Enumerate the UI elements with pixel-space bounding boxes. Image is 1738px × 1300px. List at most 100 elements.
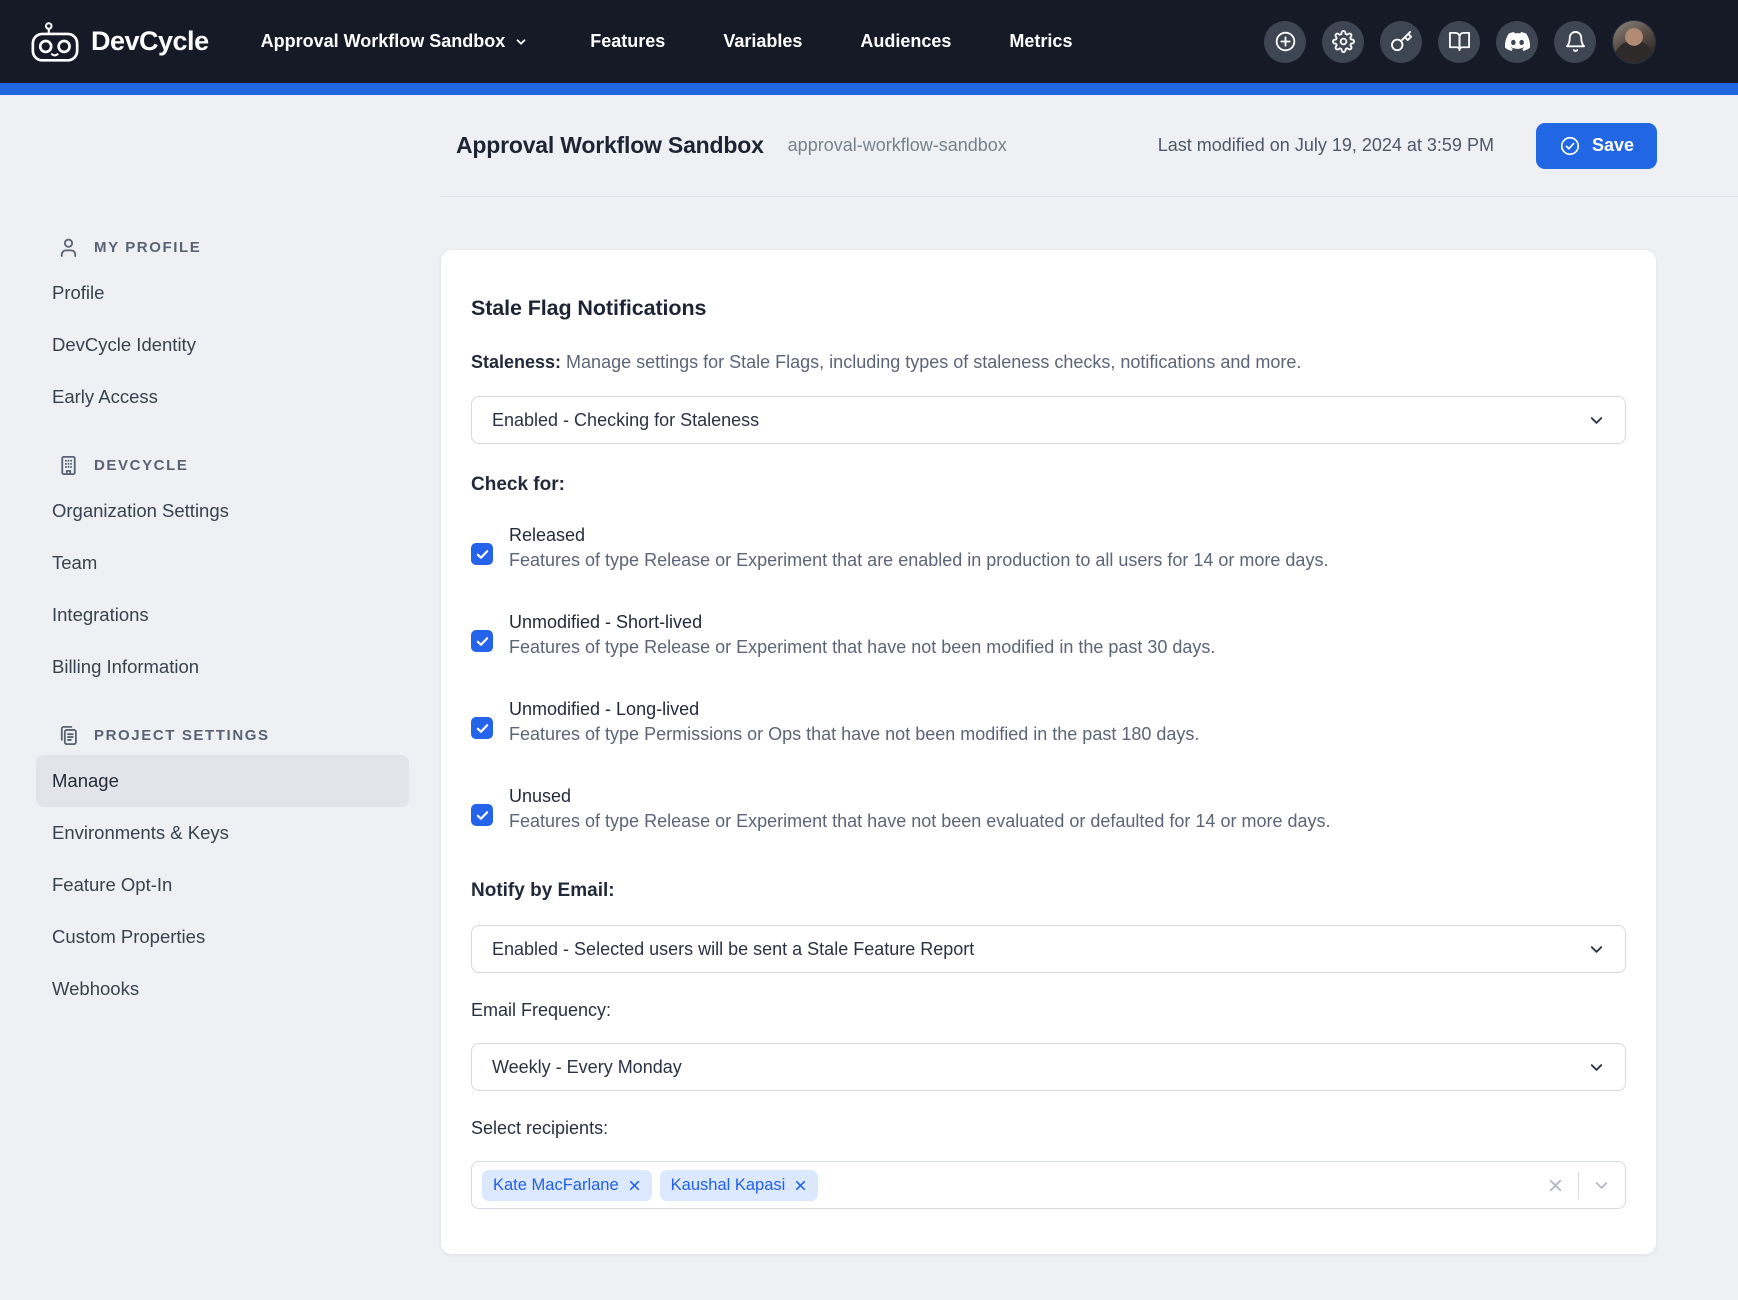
check-label: Released bbox=[509, 523, 1328, 548]
navbar-plus-circle-button[interactable] bbox=[1264, 21, 1306, 63]
page-title: Approval Workflow Sandbox bbox=[456, 132, 764, 159]
check-label: Unmodified - Long-lived bbox=[509, 697, 1199, 722]
check-texts: Unmodified - Short-livedFeatures of type… bbox=[509, 610, 1215, 660]
staleness-description: Staleness: Manage settings for Stale Fla… bbox=[471, 349, 1626, 375]
chevron-down-icon[interactable] bbox=[1592, 1176, 1611, 1195]
chevron-down-icon bbox=[1587, 1058, 1606, 1077]
gear-icon bbox=[1332, 30, 1355, 53]
navbar-discord-button[interactable] bbox=[1496, 21, 1538, 63]
brand[interactable]: DevCycle bbox=[30, 21, 209, 63]
sidebar-item-organization-settings[interactable]: Organization Settings bbox=[36, 485, 409, 537]
sidebar-section-devcycle: DEVCYCLE Organization SettingsTeamIntegra… bbox=[36, 445, 409, 693]
navbar-actions bbox=[1264, 20, 1656, 64]
sidebar-item-early-access[interactable]: Early Access bbox=[36, 371, 409, 423]
recipients-multiselect[interactable]: Kate MacFarlane Kaushal Kapasi bbox=[471, 1161, 1626, 1209]
sidebar-section-header-my-profile: MY PROFILE bbox=[36, 227, 409, 267]
discord-icon bbox=[1505, 29, 1530, 54]
sidebar-item-feature-opt-in[interactable]: Feature Opt-In bbox=[36, 859, 409, 911]
save-button-label: Save bbox=[1592, 135, 1634, 156]
top-navbar: DevCycle Approval Workflow Sandbox Featu… bbox=[0, 0, 1738, 83]
nav-link-audiences[interactable]: Audiences bbox=[860, 31, 951, 52]
sidebar-section-header-project-settings: PROJECT SETTINGS bbox=[36, 715, 409, 755]
staleness-text: Manage settings for Stale Flags, includi… bbox=[561, 352, 1301, 372]
sidebar-item-manage[interactable]: Manage bbox=[36, 755, 409, 807]
sidebar-item-custom-properties[interactable]: Custom Properties bbox=[36, 911, 409, 963]
check-description: Features of type Permissions or Ops that… bbox=[509, 722, 1199, 747]
last-modified-text: Last modified on July 19, 2024 at 3:59 P… bbox=[1158, 135, 1494, 156]
key-icon bbox=[1390, 30, 1413, 53]
sidebar-item-environments-keys[interactable]: Environments & Keys bbox=[36, 807, 409, 859]
notify-select[interactable]: Enabled - Selected users will be sent a … bbox=[471, 925, 1626, 973]
multiselect-controls bbox=[1546, 1172, 1611, 1199]
checkbox-released[interactable] bbox=[471, 543, 493, 565]
card-title: Stale Flag Notifications bbox=[471, 296, 1626, 321]
chevron-down-icon bbox=[514, 35, 528, 49]
check-description: Features of type Release or Experiment t… bbox=[509, 635, 1215, 660]
clear-all-icon[interactable] bbox=[1546, 1176, 1565, 1195]
nav-link-metrics[interactable]: Metrics bbox=[1009, 31, 1072, 52]
notify-select-value: Enabled - Selected users will be sent a … bbox=[492, 939, 974, 960]
recipient-chip-kate-macfarlane: Kate MacFarlane bbox=[482, 1170, 652, 1201]
check-circle-icon bbox=[1559, 135, 1581, 157]
select-recipients-label: Select recipients: bbox=[471, 1116, 1626, 1141]
clipboard-icon bbox=[57, 724, 80, 747]
check-row-unmodified-long-lived: Unmodified - Long-livedFeatures of type … bbox=[471, 697, 1626, 747]
check-texts: ReleasedFeatures of type Release or Expe… bbox=[509, 523, 1328, 573]
chevron-down-icon bbox=[1587, 411, 1606, 430]
sidebar-section-label: DEVCYCLE bbox=[94, 457, 188, 474]
sidebar-item-billing-information[interactable]: Billing Information bbox=[36, 641, 409, 693]
divider bbox=[1578, 1172, 1579, 1199]
sidebar-section-project-settings: PROJECT SETTINGSManageEnvironments & Key… bbox=[36, 715, 409, 1015]
check-description: Features of type Release or Experiment t… bbox=[509, 548, 1328, 573]
save-button[interactable]: Save bbox=[1536, 123, 1657, 169]
navbar-key-button[interactable] bbox=[1380, 21, 1422, 63]
recipient-name: Kaushal Kapasi bbox=[671, 1176, 786, 1195]
nav-link-features[interactable]: Features bbox=[590, 31, 665, 52]
recipient-name: Kate MacFarlane bbox=[493, 1176, 619, 1195]
stale-flag-card: Stale Flag Notifications Staleness: Mana… bbox=[440, 249, 1657, 1255]
sidebar-section-label: MY PROFILE bbox=[94, 239, 201, 256]
devcycle-logo-icon bbox=[30, 21, 80, 63]
sidebar-item-team[interactable]: Team bbox=[36, 537, 409, 589]
notify-by-email-label: Notify by Email: bbox=[471, 878, 1626, 904]
check-row-unmodified-short-lived: Unmodified - Short-livedFeatures of type… bbox=[471, 610, 1626, 660]
brand-name: DevCycle bbox=[91, 26, 209, 57]
email-frequency-label: Email Frequency: bbox=[471, 998, 1626, 1023]
project-selector-label: Approval Workflow Sandbox bbox=[261, 31, 506, 52]
navbar-book-button[interactable] bbox=[1438, 21, 1480, 63]
chevron-down-icon bbox=[1587, 940, 1606, 959]
check-row-unused: UnusedFeatures of type Release or Experi… bbox=[471, 784, 1626, 834]
staleness-select-value: Enabled - Checking for Staleness bbox=[492, 410, 759, 431]
sidebar-section-my-profile: MY PROFILE ProfileDevCycle IdentityEarly … bbox=[36, 227, 409, 423]
checkbox-unmodified-long-lived[interactable] bbox=[471, 717, 493, 739]
check-texts: Unmodified - Long-livedFeatures of type … bbox=[509, 697, 1199, 747]
sidebar-item-devcycle-identity[interactable]: DevCycle Identity bbox=[36, 319, 409, 371]
main-nav: Features Variables Audiences Metrics bbox=[590, 31, 1072, 52]
recipient-chip-kaushal-kapasi: Kaushal Kapasi bbox=[660, 1170, 819, 1201]
sidebar-item-webhooks[interactable]: Webhooks bbox=[36, 963, 409, 1015]
remove-recipient-icon[interactable] bbox=[628, 1179, 641, 1192]
checkbox-unused[interactable] bbox=[471, 804, 493, 826]
user-icon bbox=[57, 236, 80, 259]
frequency-select[interactable]: Weekly - Every Monday bbox=[471, 1043, 1626, 1091]
check-description: Features of type Release or Experiment t… bbox=[509, 809, 1331, 834]
check-for-label: Check for: bbox=[471, 472, 1626, 498]
page-slug: approval-workflow-sandbox bbox=[788, 135, 1007, 156]
sidebar-item-integrations[interactable]: Integrations bbox=[36, 589, 409, 641]
check-texts: UnusedFeatures of type Release or Experi… bbox=[509, 784, 1331, 834]
accent-strip bbox=[0, 83, 1738, 95]
project-selector[interactable]: Approval Workflow Sandbox bbox=[261, 31, 529, 52]
sidebar-item-profile[interactable]: Profile bbox=[36, 267, 409, 319]
remove-recipient-icon[interactable] bbox=[794, 1179, 807, 1192]
settings-sidebar: MY PROFILE ProfileDevCycle IdentityEarly … bbox=[0, 197, 440, 1015]
plus-circle-icon bbox=[1274, 30, 1297, 53]
navbar-gear-button[interactable] bbox=[1322, 21, 1364, 63]
user-avatar[interactable] bbox=[1612, 20, 1656, 64]
building-icon bbox=[57, 454, 80, 477]
staleness-checks: ReleasedFeatures of type Release or Expe… bbox=[471, 523, 1626, 834]
staleness-select[interactable]: Enabled - Checking for Staleness bbox=[471, 396, 1626, 444]
checkbox-unmodified-short-lived[interactable] bbox=[471, 630, 493, 652]
navbar-bell-button[interactable] bbox=[1554, 21, 1596, 63]
nav-link-variables[interactable]: Variables bbox=[723, 31, 802, 52]
bell-icon bbox=[1564, 30, 1587, 53]
